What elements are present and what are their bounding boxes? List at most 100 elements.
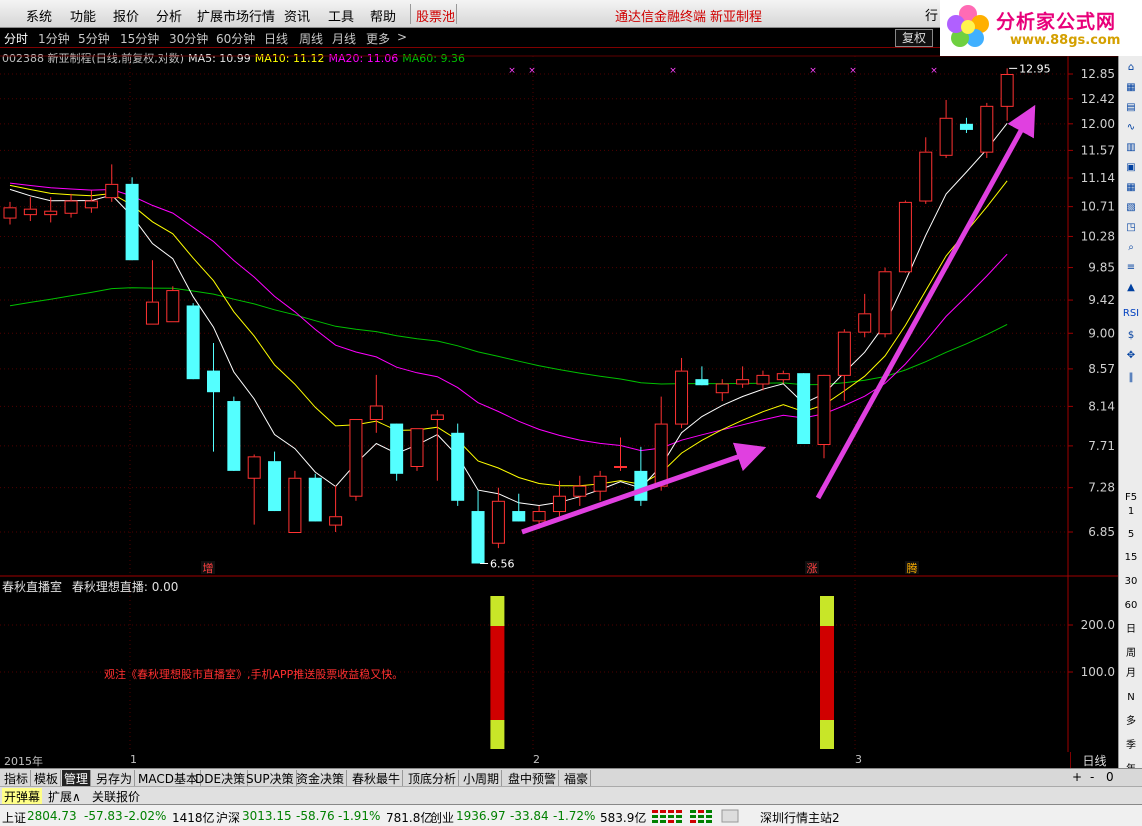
period-shortcut-4[interactable]: 5 xyxy=(1121,525,1141,545)
tab-fund[interactable]: 资金决策 xyxy=(294,770,348,786)
period-indicator: 日线 xyxy=(1070,752,1118,768)
high-price-label: 12.95 xyxy=(1019,62,1051,75)
profile-icon[interactable]: ◳ xyxy=(1121,218,1141,238)
price-icon[interactable]: ▧ xyxy=(1121,198,1141,218)
f10-icon[interactable]: ▦ xyxy=(1121,178,1141,198)
kline-chart[interactable]: 12.85 12.42 12.00 11.57 11.14 10.71 10.28 9.85 9… xyxy=(0,48,1118,752)
period-tab-monthly[interactable]: 月线 xyxy=(332,30,356,47)
hs-amount: 781.8亿 xyxy=(386,811,433,825)
tab-topbottom[interactable]: 顶底分析 xyxy=(406,770,460,786)
menu-function[interactable]: 功能 xyxy=(70,6,96,25)
candle-up xyxy=(166,290,180,323)
grid-icon[interactable]: ▦ xyxy=(1121,78,1141,98)
flower-logo-icon xyxy=(947,5,989,47)
quote-menu-button[interactable]: 行 xyxy=(925,5,938,24)
period-tab-1min[interactable]: 1分钟 xyxy=(38,30,70,47)
period-tab-15min[interactable]: 15分钟 xyxy=(120,30,159,47)
menu-analysis[interactable]: 分析 xyxy=(156,6,182,25)
tab-macd[interactable]: MACD基本 xyxy=(136,770,201,786)
indicator-bar-bottom xyxy=(820,720,834,749)
period-tab-5min[interactable]: 5分钟 xyxy=(78,30,110,47)
period-tab-30min[interactable]: 30分钟 xyxy=(169,30,208,47)
menu-stock-pool[interactable]: 股票池 xyxy=(416,6,455,25)
expand-button[interactable]: 扩展∧ xyxy=(48,788,81,805)
signal-mark: × xyxy=(528,66,536,76)
chart-icon[interactable]: ⌂ xyxy=(1121,58,1141,78)
signal-marker-zeng: 增 xyxy=(203,561,214,575)
candle-down xyxy=(268,461,282,512)
menu-extended-market[interactable]: 扩展市场行情 xyxy=(197,6,275,25)
news-icon[interactable]: ▣ xyxy=(1121,158,1141,178)
year-label: 2015年 xyxy=(4,755,43,768)
menu-system[interactable]: 系统 xyxy=(26,6,52,25)
move-icon[interactable]: ✥ xyxy=(1121,346,1141,366)
danmu-button[interactable]: 开弹幕 xyxy=(2,788,43,805)
hs-value: 3013.15 xyxy=(242,809,292,823)
logo-url: www.88gs.com xyxy=(1010,33,1121,48)
tab-chunqiu[interactable]: 春秋最牛 xyxy=(350,770,404,786)
tab-dde[interactable]: DDE决策 xyxy=(193,770,249,786)
period-shortcut-11[interactable]: N xyxy=(1121,688,1141,708)
tab-sup[interactable]: SUP决策 xyxy=(244,770,297,786)
line-icon[interactable]: ∿ xyxy=(1121,118,1141,138)
indicator-title: 春秋理想直播: 0.00 xyxy=(71,580,179,594)
period-shortcut-3[interactable]: 1 xyxy=(1121,502,1141,522)
candle-up xyxy=(593,475,607,492)
pause-icon[interactable]: ‖ xyxy=(1121,368,1141,388)
tab-save-as[interactable]: 另存为 xyxy=(94,770,136,786)
related-quote-button[interactable]: 关联报价 xyxy=(92,788,140,805)
chevron-right-icon[interactable]: > xyxy=(397,30,407,44)
period-shortcut-8[interactable]: 日 xyxy=(1121,620,1141,640)
menu-news[interactable]: 资讯 xyxy=(284,6,310,25)
list-icon[interactable]: ≡ xyxy=(1121,258,1141,278)
tab-template[interactable]: 模板 xyxy=(32,770,62,786)
period-shortcut-6[interactable]: 30 xyxy=(1121,572,1141,592)
candle-up xyxy=(491,500,505,544)
search-icon[interactable]: ⌕ xyxy=(1121,238,1141,258)
period-shortcut-5[interactable]: 15 xyxy=(1121,548,1141,568)
table-icon[interactable]: ▥ xyxy=(1121,138,1141,158)
fuquan-button[interactable]: 复权 xyxy=(895,29,933,47)
reset-button[interactable]: 0 xyxy=(1106,770,1114,784)
zoom-in-button[interactable]: + xyxy=(1072,770,1082,784)
price-tick-label: 10.71 xyxy=(1081,200,1115,214)
candle-up xyxy=(919,151,933,202)
window-stock-title: 新亚制程 xyxy=(710,10,763,25)
candle-down xyxy=(308,477,322,522)
bars-icon[interactable]: ▤ xyxy=(1121,98,1141,118)
period-shortcut-13[interactable]: 季 xyxy=(1121,736,1141,756)
period-tab-more[interactable]: 更多 xyxy=(366,30,390,47)
candle-down xyxy=(186,305,200,380)
hs-pct: -1.91% xyxy=(338,809,381,823)
tab-manage[interactable]: 管理 xyxy=(62,770,92,786)
menu-tools[interactable]: 工具 xyxy=(328,6,354,25)
indicator-bar-top xyxy=(820,596,834,626)
window-title: 通达信金融终端 xyxy=(615,10,707,25)
signal-mark: × xyxy=(809,66,817,76)
rsi-icon[interactable]: RSI xyxy=(1121,304,1141,324)
money-icon[interactable]: $ xyxy=(1121,326,1141,346)
menu-help[interactable]: 帮助 xyxy=(370,6,396,25)
sh-pct: -2.02% xyxy=(124,809,167,823)
period-tab-60min[interactable]: 60分钟 xyxy=(216,30,255,47)
candle-up xyxy=(349,419,363,497)
period-tab-weekly[interactable]: 周线 xyxy=(299,30,323,47)
price-tick-label: 9.42 xyxy=(1088,293,1115,307)
price-tick-label: 9.85 xyxy=(1088,261,1115,275)
sort-icon[interactable]: ▲ xyxy=(1121,278,1141,298)
cy-amount: 583.9亿 xyxy=(600,811,647,825)
period-tab-daily[interactable]: 日线 xyxy=(264,30,288,47)
zoom-out-button[interactable]: - xyxy=(1090,770,1094,784)
menu-quote[interactable]: 报价 xyxy=(113,6,139,25)
right-toolbar: ⌂▦▤∿▥▣▦▧◳⌕≡▲RSI$✥‖F515153060日周月N多季年 xyxy=(1118,56,1142,801)
tab-fuhao[interactable]: 福豪 xyxy=(562,770,592,786)
tab-indicator[interactable]: 指标 xyxy=(2,770,32,786)
period-shortcut-7[interactable]: 60 xyxy=(1121,596,1141,616)
period-tab-intraday[interactable]: 分时 xyxy=(4,30,28,47)
tab-alert[interactable]: 盘中预警 xyxy=(506,770,560,786)
period-shortcut-12[interactable]: 多 xyxy=(1121,712,1141,732)
period-shortcut-9[interactable]: 周 xyxy=(1121,644,1141,664)
period-shortcut-10[interactable]: 月 xyxy=(1121,664,1141,684)
cy-pct: -1.72% xyxy=(553,809,596,823)
tab-small-cycle[interactable]: 小周期 xyxy=(461,770,503,786)
